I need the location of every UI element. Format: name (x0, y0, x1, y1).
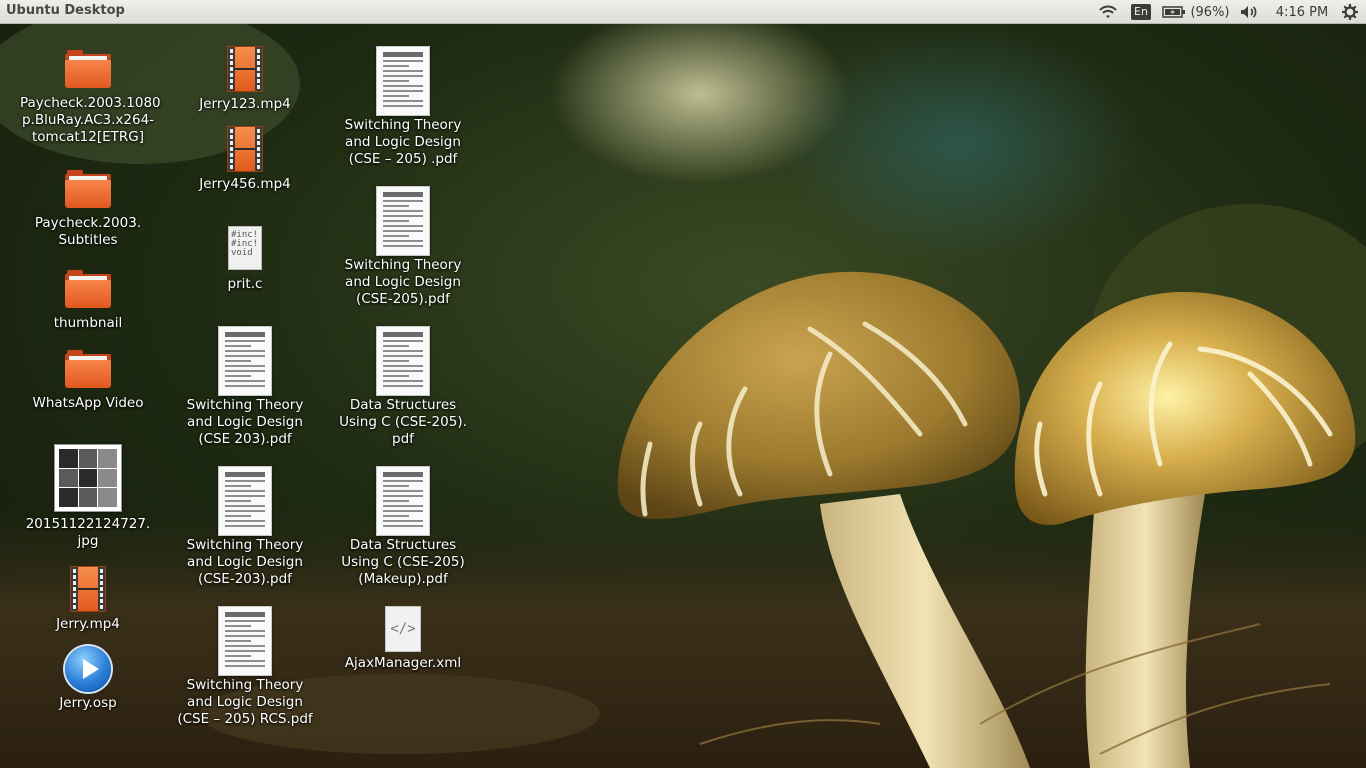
video-file-icon (227, 46, 263, 92)
icon-label: Paycheck.2003. Subtitles (34, 215, 142, 248)
file-jerry123-mp4[interactable]: Jerry123.mp4 (177, 46, 313, 112)
file-jerry-mp4[interactable]: Jerry.mp4 (20, 566, 156, 632)
settings-gear-icon[interactable] (1338, 0, 1362, 24)
file-stld-cse-203-pdf[interactable]: Switching Theory and Logic Design (CSE 2… (177, 326, 313, 450)
icon-label: WhatsApp Video (32, 395, 144, 411)
icon-label: prit.c (227, 276, 263, 292)
folder-paycheck-subtitles[interactable]: Paycheck.2003. Subtitles (20, 170, 156, 252)
pdf-file-icon (218, 606, 272, 676)
folder-thumbnail[interactable]: thumbnail (20, 270, 156, 334)
file-dsuc-cse-205-makeup-pdf[interactable]: Data Structures Using C (CSE-205) (Makeu… (335, 466, 471, 590)
icon-label: 20151122124727. jpg (25, 516, 151, 549)
icon-label: Jerry123.mp4 (199, 96, 291, 112)
file-ajaxmanager-xml[interactable]: </> AjaxManager.xml (335, 606, 471, 676)
file-stld-cse-205-pdf[interactable]: Switching Theory and Logic Design (CSE-2… (335, 186, 471, 310)
xml-file-icon: </> (385, 606, 421, 652)
video-file-icon (227, 126, 263, 172)
icon-label: thumbnail (53, 315, 123, 331)
folder-icon (65, 50, 111, 88)
folder-icon (65, 170, 111, 208)
icon-label: Jerry.osp (59, 695, 117, 711)
video-file-icon (70, 566, 106, 612)
file-dsuc-cse-205-pdf[interactable]: Data Structures Using C (CSE-205). pdf (335, 326, 471, 450)
pdf-file-icon (376, 466, 430, 536)
icon-label: Switching Theory and Logic Design (CSE 2… (186, 397, 304, 447)
pdf-file-icon (218, 326, 272, 396)
volume-icon[interactable] (1238, 0, 1262, 24)
file-prit-c[interactable]: #inc! #inc! void prit.c (177, 226, 313, 292)
file-stld-cse-203-hyphen-pdf[interactable]: Switching Theory and Logic Design (CSE-2… (177, 466, 313, 590)
top-panel: Ubuntu Desktop En (96%) 4:16 PM (0, 0, 1366, 24)
language-label: En (1131, 4, 1151, 20)
c-source-file-icon: #inc! #inc! void (228, 226, 262, 270)
pdf-file-icon (376, 326, 430, 396)
icon-label: Switching Theory and Logic Design (CSE-2… (186, 537, 304, 587)
pdf-file-icon (376, 46, 430, 116)
icon-label: Paycheck.2003.1080 p.BluRay.AC3.x264- to… (20, 95, 161, 145)
file-stld-cse-205-space-pdf[interactable]: Switching Theory and Logic Design (CSE –… (335, 46, 471, 170)
battery-charging-icon (1162, 6, 1186, 18)
window-title: Ubuntu Desktop (6, 3, 125, 18)
folder-icon (65, 270, 111, 308)
icon-label: Jerry.mp4 (56, 616, 120, 632)
icon-label: Jerry456.mp4 (199, 176, 291, 192)
folder-whatsapp-video[interactable]: WhatsApp Video (20, 350, 156, 414)
video-player-icon (65, 646, 111, 692)
icon-label: Data Structures Using C (CSE-205). pdf (339, 397, 467, 447)
file-jerry456-mp4[interactable]: Jerry456.mp4 (177, 126, 313, 192)
image-thumbnail-icon (54, 444, 122, 512)
icon-label: Switching Theory and Logic Design (CSE –… (344, 117, 462, 167)
clock[interactable]: 4:16 PM (1268, 0, 1336, 24)
pdf-file-icon (376, 186, 430, 256)
battery-percentage: (96%) (1190, 4, 1230, 20)
icon-label: AjaxManager.xml (344, 655, 462, 671)
pdf-file-icon (218, 466, 272, 536)
icon-label: Switching Theory and Logic Design (CSE –… (177, 677, 313, 727)
icon-label: Switching Theory and Logic Design (CSE-2… (344, 257, 462, 307)
file-20151122124727-jpg[interactable]: 20151122124727. jpg (20, 444, 156, 550)
folder-icon (65, 350, 111, 388)
file-stld-cse-205-rcs-pdf[interactable]: Switching Theory and Logic Design (CSE –… (177, 606, 313, 730)
keyboard-layout-indicator[interactable]: En (1130, 0, 1152, 24)
battery-indicator[interactable]: (96%) (1160, 0, 1232, 24)
wifi-icon[interactable] (1096, 0, 1120, 24)
file-jerry-osp[interactable]: Jerry.osp (20, 646, 156, 713)
icon-label: Data Structures Using C (CSE-205) (Makeu… (341, 537, 465, 587)
folder-paycheck-bluray[interactable]: Paycheck.2003.1080 p.BluRay.AC3.x264- to… (20, 50, 161, 148)
